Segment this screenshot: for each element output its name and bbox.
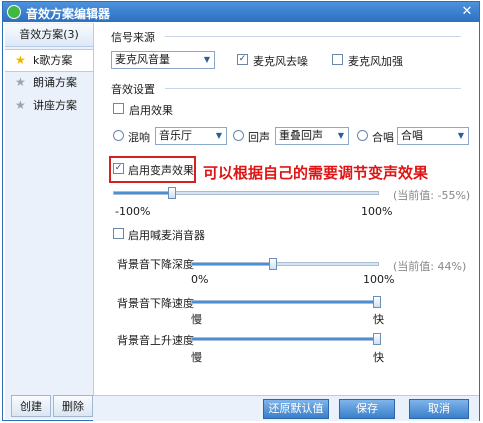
slider-max-label: 100% (363, 273, 395, 286)
signal-source-value: 麦克风音量 (115, 53, 170, 66)
signal-source-select[interactable]: 麦克风音量 ▼ (111, 51, 215, 69)
mic-denoise-label: 麦克风去噪 (253, 55, 308, 68)
echo-label: 回声 (248, 131, 270, 144)
chorus-value: 合唱 (401, 129, 423, 142)
window-title: 音效方案编辑器 (26, 7, 111, 21)
mic-boost-checkbox[interactable] (332, 54, 343, 65)
button-bar: 还原默认值 保存 取消 (93, 395, 479, 421)
chorus-radio[interactable] (357, 130, 368, 141)
slider-min-label: 慢 (191, 351, 202, 364)
section-divider (165, 88, 461, 89)
chevron-down-icon: ▼ (457, 131, 465, 140)
sidebar-item-label: k歌方案 (33, 54, 73, 67)
delete-button[interactable]: 删除 (53, 395, 93, 417)
sidebar-item-label: 讲座方案 (33, 99, 77, 112)
slider-fill (192, 338, 378, 340)
mic-denoise-checkbox[interactable]: ✓ (237, 54, 248, 65)
bg-depth-slider-track[interactable] (191, 262, 379, 266)
slider-fill (114, 192, 173, 194)
scheme-list-header: 音效方案(3) (5, 24, 93, 47)
voice-change-checkbox[interactable]: ✓ (113, 163, 124, 174)
signal-section-label: 信号来源 (111, 31, 155, 44)
voice-change-label: 启用变声效果 (128, 164, 194, 177)
bg-fall-speed-slider-track[interactable] (191, 300, 379, 304)
sidebar-item-lecture[interactable]: ★ 讲座方案 (5, 95, 93, 116)
voice-change-current-value: (当前值: -55%) (393, 189, 471, 202)
bg-rise-speed-label: 背景音上升速度 (117, 334, 194, 347)
star-icon: ★ (15, 53, 26, 67)
echo-value: 重叠回声 (279, 129, 323, 142)
app-icon (7, 5, 21, 19)
star-icon: ★ (15, 98, 26, 112)
reverb-value: 音乐厅 (159, 129, 192, 142)
bg-rise-speed-slider-track[interactable] (191, 337, 379, 341)
bg-rise-speed-slider-thumb[interactable] (373, 333, 381, 345)
slider-fill (192, 301, 378, 303)
slider-max-label: 快 (373, 313, 384, 326)
bg-depth-label: 背景音下降深度 (117, 258, 194, 271)
bg-fall-speed-slider-thumb[interactable] (373, 296, 381, 308)
vocal-remover-label: 启用喊麦消音器 (128, 229, 205, 242)
slider-max-label: 快 (373, 351, 384, 364)
slider-fill (192, 263, 274, 265)
star-icon: ★ (15, 75, 26, 89)
cancel-button[interactable]: 取消 (409, 399, 469, 419)
sidebar-item-recitation[interactable]: ★ 朗诵方案 (5, 72, 93, 93)
enable-effects-checkbox[interactable] (113, 103, 124, 114)
slider-min-label: -100% (115, 205, 151, 218)
bg-fall-speed-label: 背景音下降速度 (117, 297, 194, 310)
echo-radio[interactable] (233, 130, 244, 141)
echo-select[interactable]: 重叠回声 ▼ (275, 127, 349, 145)
bg-depth-current-value: (当前值: 44%) (393, 260, 467, 273)
slider-min-label: 慢 (191, 313, 202, 326)
chorus-label: 合唱 (372, 131, 394, 144)
settings-panel: 信号来源 麦克风音量 ▼ ✓ 麦克风去噪 麦克风加强 音效设置 启用效果 混响 … (95, 23, 478, 395)
reverb-radio[interactable] (113, 130, 124, 141)
restore-defaults-button[interactable]: 还原默认值 (263, 399, 329, 419)
close-icon[interactable]: ✕ (459, 4, 475, 20)
mic-boost-label: 麦克风加强 (348, 55, 403, 68)
chevron-down-icon: ▼ (337, 131, 345, 140)
section-divider (165, 36, 461, 37)
reverb-select[interactable]: 音乐厅 ▼ (155, 127, 227, 145)
reverb-label: 混响 (128, 131, 150, 144)
chevron-down-icon: ▼ (215, 131, 223, 140)
enable-effects-label: 启用效果 (129, 104, 173, 117)
annotation-text: 可以根据自己的需要调节变声效果 (203, 164, 429, 182)
chorus-select[interactable]: 合唱 ▼ (397, 127, 469, 145)
sidebar-item-karaoke[interactable]: ★ k歌方案 (5, 49, 93, 72)
editor-window: 音效方案编辑器 ✕ 音效方案(3) ★ k歌方案 ★ 朗诵方案 ★ 讲座方案 创… (2, 1, 480, 421)
effects-section-label: 音效设置 (111, 83, 155, 96)
create-button[interactable]: 创建 (11, 395, 51, 417)
chevron-down-icon: ▼ (203, 55, 211, 64)
bg-depth-slider-thumb[interactable] (269, 258, 277, 270)
scheme-sidebar: 音效方案(3) ★ k歌方案 ★ 朗诵方案 ★ 讲座方案 创建 删除 (5, 23, 94, 419)
title-bar: 音效方案编辑器 ✕ (3, 2, 479, 22)
vocal-remover-checkbox[interactable] (113, 228, 124, 239)
voice-change-slider-track[interactable] (113, 191, 379, 195)
voice-change-slider-thumb[interactable] (168, 187, 176, 199)
sidebar-item-label: 朗诵方案 (33, 76, 77, 89)
save-button[interactable]: 保存 (339, 399, 395, 419)
slider-max-label: 100% (361, 205, 393, 218)
slider-min-label: 0% (191, 273, 209, 286)
